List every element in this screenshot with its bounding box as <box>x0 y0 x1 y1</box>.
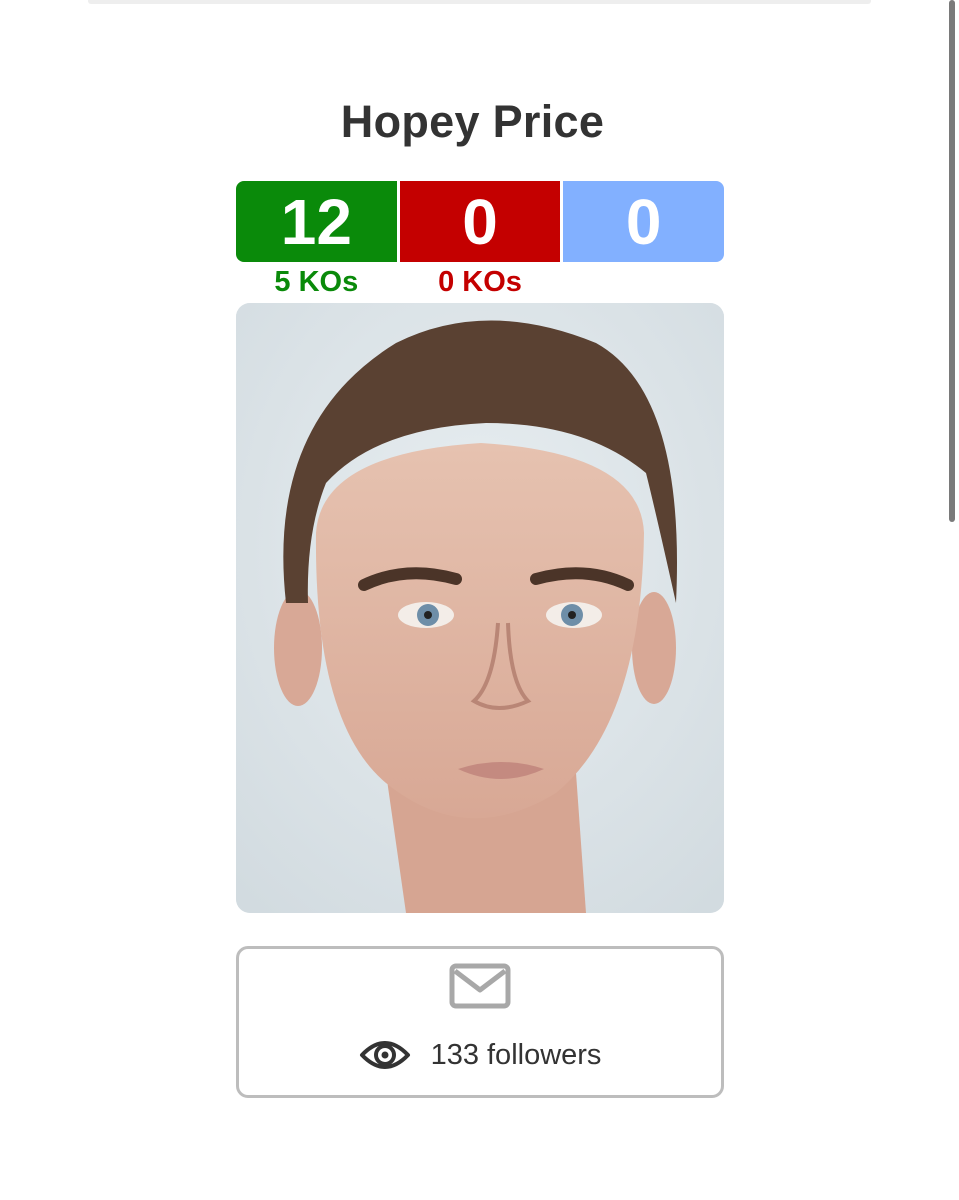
scrollbar-thumb[interactable] <box>949 0 955 522</box>
fighter-name: Hopey Price <box>340 96 605 147</box>
followers-count: 133 followers <box>430 1038 602 1071</box>
draws-ko-empty <box>563 264 724 300</box>
portrait-illustration <box>236 303 724 913</box>
scrollbar[interactable] <box>947 0 959 1200</box>
ko-row: 5 KOs 0 KOs <box>236 264 724 300</box>
fight-record: 12 0 0 <box>236 181 725 262</box>
losses-count: 0 <box>399 181 561 262</box>
envelope-icon[interactable] <box>449 963 511 1009</box>
header-bar <box>88 0 871 4</box>
wins-count: 12 <box>236 181 397 262</box>
wins-ko-count: 5 KOs <box>274 266 359 298</box>
fighter-photo <box>236 303 724 913</box>
losses-ko-count: 0 KOs <box>438 266 522 298</box>
draws-count: 0 <box>563 181 725 262</box>
contact-card: 133 followers <box>236 946 724 1098</box>
followers-row[interactable]: 133 followers <box>239 1037 721 1073</box>
eye-icon <box>359 1041 410 1069</box>
